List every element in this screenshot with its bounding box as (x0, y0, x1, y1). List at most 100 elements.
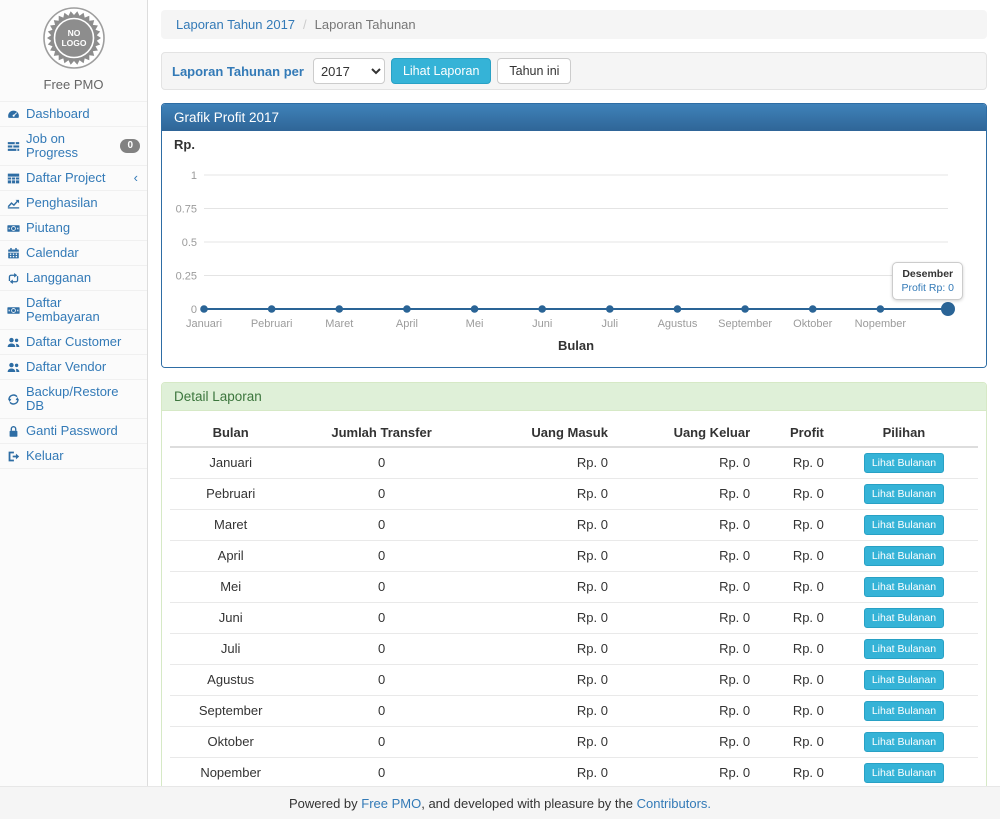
users-icon (7, 361, 21, 374)
keluar-cell: Rp. 0 (614, 447, 756, 479)
svg-text:0.75: 0.75 (176, 204, 197, 216)
keluar-cell: Rp. 0 (614, 634, 756, 665)
sidebar-item-keluar[interactable]: Keluar (0, 444, 147, 469)
money-icon (7, 304, 21, 317)
sidebar-item-daftar-project[interactable]: Daftar Project ‹ (0, 166, 147, 191)
sidebar-item-label: Penghasilan (26, 196, 98, 210)
table-row: Januari0Rp. 0Rp. 0Rp. 0Lihat Bulanan (170, 447, 978, 479)
bulan-cell: Pebruari (170, 479, 291, 510)
tahun-ini-button[interactable]: Tahun ini (497, 58, 571, 84)
sidebar-nav: Dashboard Job on Progress0 Daftar Project ‹… (0, 101, 147, 469)
lihat-bulanan-button[interactable]: Lihat Bulanan (864, 453, 944, 473)
sidebar-item-daftar-pembayaran[interactable]: Daftar Pembayaran (0, 291, 147, 330)
lihat-bulanan-button[interactable]: Lihat Bulanan (864, 670, 944, 690)
sidebar-item-langganan[interactable]: Langganan (0, 266, 147, 291)
breadcrumb: Laporan Tahun 2017 / Laporan Tahunan (161, 10, 987, 39)
transfer-cell: 0 (291, 479, 471, 510)
sidebar-item-dashboard[interactable]: Dashboard (0, 102, 147, 127)
masuk-cell: Rp. 0 (472, 447, 614, 479)
table-row: April0Rp. 0Rp. 0Rp. 0Lihat Bulanan (170, 541, 978, 572)
sign-out-icon (7, 450, 21, 463)
table-row: Maret0Rp. 0Rp. 0Rp. 0Lihat Bulanan (170, 510, 978, 541)
keluar-cell: Rp. 0 (614, 510, 756, 541)
svg-text:Mei: Mei (466, 318, 484, 330)
detail-body: BulanJumlah TransferUang MasukUang Kelua… (162, 411, 986, 786)
profit-cell: Rp. 0 (756, 634, 830, 665)
lihat-bulanan-button[interactable]: Lihat Bulanan (864, 763, 944, 783)
money-icon (7, 222, 21, 235)
sidebar-item-daftar-customer[interactable]: Daftar Customer (0, 330, 147, 355)
bulan-cell: Maret (170, 510, 291, 541)
sidebar-item-ganti-password[interactable]: Ganti Password (0, 419, 147, 444)
masuk-cell: Rp. 0 (472, 727, 614, 758)
sidebar-item-penghasilan[interactable]: Penghasilan (0, 191, 147, 216)
lihat-bulanan-button[interactable]: Lihat Bulanan (864, 546, 944, 566)
lihat-bulanan-button[interactable]: Lihat Bulanan (864, 701, 944, 721)
transfer-cell: 0 (291, 572, 471, 603)
sidebar-item-label: Daftar Vendor (26, 360, 106, 374)
breadcrumb-link[interactable]: Laporan Tahun 2017 (176, 17, 295, 32)
svg-text:Januari: Januari (186, 318, 222, 330)
lihat-bulanan-button[interactable]: Lihat Bulanan (864, 608, 944, 628)
footer-contributors-link[interactable]: Contributors. (637, 796, 711, 811)
sidebar-item-piutang[interactable]: Piutang (0, 216, 147, 241)
line-chart-icon (7, 197, 21, 210)
lihat-bulanan-button[interactable]: Lihat Bulanan (864, 577, 944, 597)
sidebar-item-backup-restore-db[interactable]: Backup/Restore DB (0, 380, 147, 419)
keluar-cell: Rp. 0 (614, 696, 756, 727)
transfer-cell: 0 (291, 634, 471, 665)
report-filter-well: Laporan Tahunan per 2017 Lihat Laporan T… (161, 52, 987, 90)
transfer-cell: 0 (291, 541, 471, 572)
footer-text-middle: , and developed with pleasure by the (421, 796, 636, 811)
sidebar-item-label: Piutang (26, 221, 70, 235)
sidebar-item-label: Daftar Project (26, 171, 105, 185)
profit-cell: Rp. 0 (756, 572, 830, 603)
tasks-icon (7, 140, 21, 153)
brand-block: NO LOGO Free PMO (0, 0, 147, 97)
lihat-bulanan-button[interactable]: Lihat Bulanan (864, 484, 944, 504)
lihat-bulanan-button[interactable]: Lihat Bulanan (864, 732, 944, 752)
svg-text:Agustus: Agustus (658, 318, 698, 330)
chevron-left-icon: ‹ (134, 171, 140, 185)
lihat-bulanan-button[interactable]: Lihat Bulanan (864, 639, 944, 659)
keluar-cell: Rp. 0 (614, 572, 756, 603)
sidebar-item-label: Calendar (26, 246, 79, 260)
sidebar-item-label: Ganti Password (26, 424, 118, 438)
footer-freepmo-link[interactable]: Free PMO (361, 796, 421, 811)
profit-cell: Rp. 0 (756, 696, 830, 727)
svg-text:Bulan: Bulan (558, 338, 594, 353)
svg-text:Juni: Juni (532, 318, 552, 330)
year-select[interactable]: 2017 (313, 58, 385, 84)
refresh-icon (7, 393, 21, 406)
masuk-cell: Rp. 0 (472, 696, 614, 727)
svg-text:April: April (396, 318, 418, 330)
lihat-bulanan-button[interactable]: Lihat Bulanan (864, 515, 944, 535)
sidebar-item-job-on-progress[interactable]: Job on Progress0 (0, 127, 147, 166)
bulan-cell: Juli (170, 634, 291, 665)
transfer-cell: 0 (291, 758, 471, 787)
svg-text:Maret: Maret (325, 318, 353, 330)
bulan-cell: Agustus (170, 665, 291, 696)
detail-panel-title: Detail Laporan (162, 383, 986, 411)
bulan-cell: April (170, 541, 291, 572)
chart-tooltip: Desember Profit Rp: 0 (892, 262, 963, 300)
svg-text:0.5: 0.5 (182, 237, 197, 249)
column-header-1: Jumlah Transfer (291, 419, 471, 447)
footer: Powered by Free PMO, and developed with … (0, 786, 1000, 819)
job-count-badge: 0 (120, 139, 140, 153)
sidebar-item-label: Langganan (26, 271, 91, 285)
sidebar-item-label: Dashboard (26, 107, 90, 121)
sidebar-item-daftar-vendor[interactable]: Daftar Vendor (0, 355, 147, 380)
lihat-laporan-button[interactable]: Lihat Laporan (391, 58, 491, 84)
bulan-cell: September (170, 696, 291, 727)
sidebar-item-label: Keluar (26, 449, 64, 463)
retweet-icon (7, 272, 21, 285)
profit-cell: Rp. 0 (756, 665, 830, 696)
sidebar-item-calendar[interactable]: Calendar (0, 241, 147, 266)
keluar-cell: Rp. 0 (614, 665, 756, 696)
users-icon (7, 336, 21, 349)
svg-text:Pebruari: Pebruari (251, 318, 293, 330)
app-window: NO LOGO Free PMO Dashboard Job on Progres… (0, 0, 1000, 786)
filter-label: Laporan Tahunan per (172, 64, 304, 79)
transfer-cell: 0 (291, 510, 471, 541)
